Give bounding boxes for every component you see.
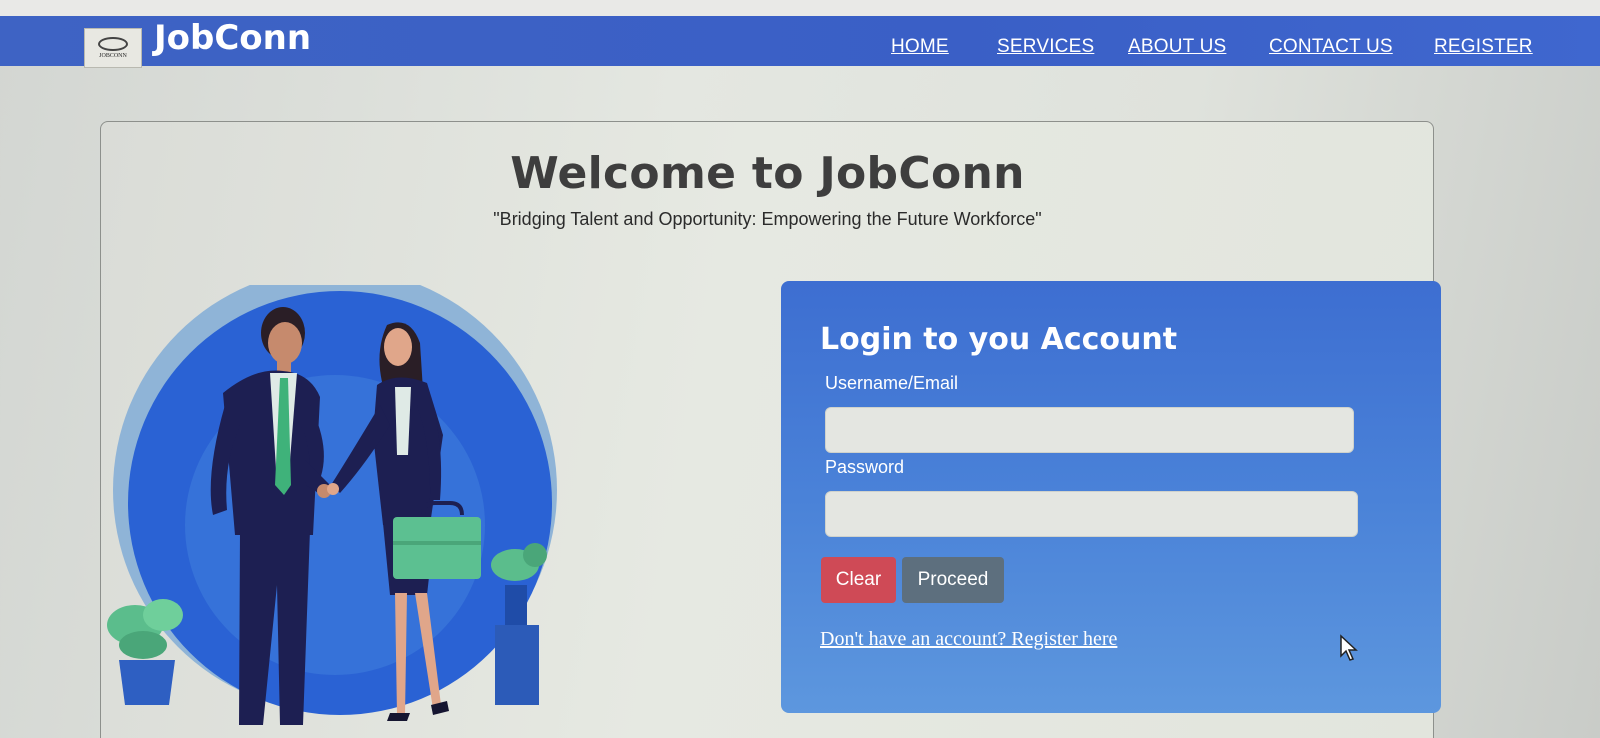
logo[interactable]: JOBCONN xyxy=(84,28,142,68)
password-label: Password xyxy=(825,457,905,477)
username-label: Username/Email xyxy=(825,373,959,393)
page-title: Welcome to JobConn xyxy=(510,148,1025,199)
mouse-pointer-icon xyxy=(1340,634,1358,661)
clear-button[interactable]: Clear xyxy=(821,557,896,603)
nav-contact-link[interactable]: CONTACT US xyxy=(1269,36,1393,58)
nav-register-link[interactable]: REGISTER xyxy=(1434,36,1533,58)
proceed-button[interactable]: Proceed xyxy=(902,557,1004,603)
brand-name[interactable]: JobConn xyxy=(154,18,311,58)
plant-icon xyxy=(107,599,183,705)
logo-text: JOBCONN xyxy=(99,53,127,59)
nav-home-link[interactable]: HOME xyxy=(891,36,949,58)
tagline: "Bridging Talent and Opportunity: Empowe… xyxy=(493,209,1042,229)
username-input[interactable] xyxy=(825,407,1354,453)
browser-top-strip xyxy=(0,0,1600,16)
logo-emblem-icon xyxy=(98,37,128,51)
password-input[interactable] xyxy=(825,491,1358,537)
nav-services-link[interactable]: SERVICES xyxy=(997,36,1094,58)
nav-about-link[interactable]: ABOUT US xyxy=(1128,36,1226,58)
handshake-illustration xyxy=(107,285,557,725)
login-heading: Login to you Account xyxy=(820,322,1178,357)
register-here-link[interactable]: Don't have an account? Register here xyxy=(820,628,1117,651)
